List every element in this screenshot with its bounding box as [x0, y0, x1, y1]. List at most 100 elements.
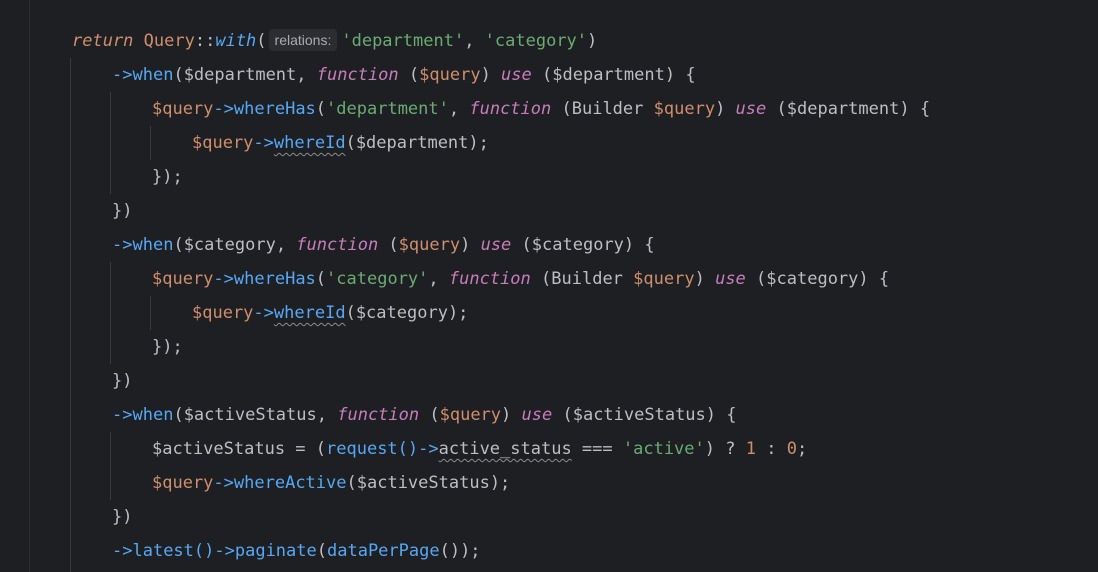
code-line-3[interactable]: $query->whereHas('department', function …: [152, 92, 930, 126]
variable: $activeStatus: [356, 473, 490, 493]
code-line-9[interactable]: $query->whereId($category);: [192, 296, 468, 330]
class-name: Builder: [571, 99, 644, 119]
token: (: [256, 31, 267, 51]
string-literal: 'department': [326, 99, 449, 119]
token: ) {: [858, 269, 890, 289]
variable: $category: [183, 235, 276, 255]
code-line-8[interactable]: $query->whereHas('category', function (B…: [152, 262, 889, 296]
token: (: [530, 269, 552, 289]
token: ): [460, 235, 481, 255]
code-line-16[interactable]: ->latest()->paginate(dataPerPage());: [112, 534, 481, 568]
keyword-use: use: [521, 405, 553, 425]
code-line-1[interactable]: return Query::with(relations:'department…: [72, 24, 597, 58]
token: ,: [275, 235, 297, 255]
token: (: [419, 405, 440, 425]
token: ) {: [623, 235, 655, 255]
token: ): [715, 99, 736, 119]
token: ());: [439, 541, 481, 561]
variable: $query: [152, 473, 214, 493]
variable: $query: [152, 269, 214, 289]
token: ->: [112, 405, 133, 425]
method-name: when: [132, 235, 174, 255]
code-line-2[interactable]: ->when($department, function ($query) us…: [112, 58, 696, 92]
code-line-4[interactable]: $query->whereId($department);: [192, 126, 489, 160]
token: ,: [448, 99, 470, 119]
method-name: whereHas: [233, 99, 316, 119]
keyword-function: function: [337, 405, 420, 425]
token: ): [587, 31, 598, 51]
token: ) {: [899, 99, 931, 119]
code-line-10[interactable]: });: [152, 330, 183, 364]
string-literal: 'category': [326, 269, 429, 289]
token: (: [745, 269, 767, 289]
token: (: [345, 303, 356, 323]
token: }): [112, 201, 133, 221]
token: );: [489, 473, 511, 493]
number-literal: 0: [786, 439, 797, 459]
keyword-use: use: [501, 65, 532, 85]
token: ->: [112, 541, 133, 561]
token: (: [345, 133, 356, 153]
token: (: [378, 235, 399, 255]
token: (: [315, 269, 327, 289]
token: });: [152, 167, 183, 187]
token: ,: [464, 31, 485, 51]
token: (: [346, 473, 357, 493]
token: ,: [316, 405, 338, 425]
number-literal: 1: [745, 439, 756, 459]
token: (: [398, 65, 420, 85]
token: );: [447, 303, 469, 323]
token: ->: [213, 269, 234, 289]
keyword-function: function: [296, 235, 379, 255]
variable: $activeStatus: [152, 439, 286, 459]
token: (: [511, 235, 532, 255]
code-line-7[interactable]: ->when($category, function ($query) use …: [112, 228, 655, 262]
code-line-5[interactable]: });: [152, 160, 183, 194]
variable: $department: [183, 65, 297, 85]
variable: $activeStatus: [183, 405, 317, 425]
token: );: [468, 133, 489, 153]
gutter-separator: [29, 0, 30, 572]
method-name: whereId: [273, 303, 346, 323]
token: (: [315, 99, 327, 119]
variable: $activeStatus: [572, 405, 706, 425]
keyword-return: return: [72, 31, 134, 51]
token: ): [480, 65, 502, 85]
variable: $query: [192, 303, 254, 323]
code-line-11[interactable]: }): [112, 364, 132, 398]
code-line-12[interactable]: ->when($activeStatus, function ($query) …: [112, 398, 737, 432]
keyword-function: function: [448, 269, 531, 289]
indent-guide: [110, 92, 111, 194]
code-editor[interactable]: return Query::with(relations:'department…: [0, 0, 1098, 572]
token: ->: [213, 473, 234, 493]
keyword-use: use: [715, 269, 746, 289]
token: ): [501, 405, 522, 425]
indent-guide: [150, 126, 151, 160]
keyword-use: use: [735, 99, 767, 119]
code-line-15[interactable]: }): [112, 500, 132, 534]
code-line-6[interactable]: }): [112, 194, 132, 228]
method-name: paginate: [234, 541, 317, 561]
variable: $category: [766, 269, 859, 289]
token: ;: [796, 439, 808, 459]
token: ()->: [397, 439, 439, 459]
method-name: whereId: [273, 133, 346, 153]
indent-guide: [150, 296, 151, 330]
token: (: [173, 65, 184, 85]
property-name: active_status: [438, 439, 572, 459]
token: ->: [253, 133, 274, 153]
class-name: Builder: [551, 269, 623, 289]
method-name: whereActive: [233, 473, 347, 493]
code-line-14[interactable]: $query->whereActive($activeStatus);: [152, 466, 510, 500]
code-line-13[interactable]: $activeStatus = (request()->active_statu…: [152, 432, 807, 466]
variable: $query: [192, 133, 254, 153]
token: (: [316, 541, 327, 561]
method-name: latest: [132, 541, 194, 561]
token: ): [694, 269, 716, 289]
token: ->: [112, 65, 133, 85]
keyword-use: use: [480, 235, 512, 255]
token: });: [152, 337, 183, 357]
token: ()->: [193, 541, 235, 561]
